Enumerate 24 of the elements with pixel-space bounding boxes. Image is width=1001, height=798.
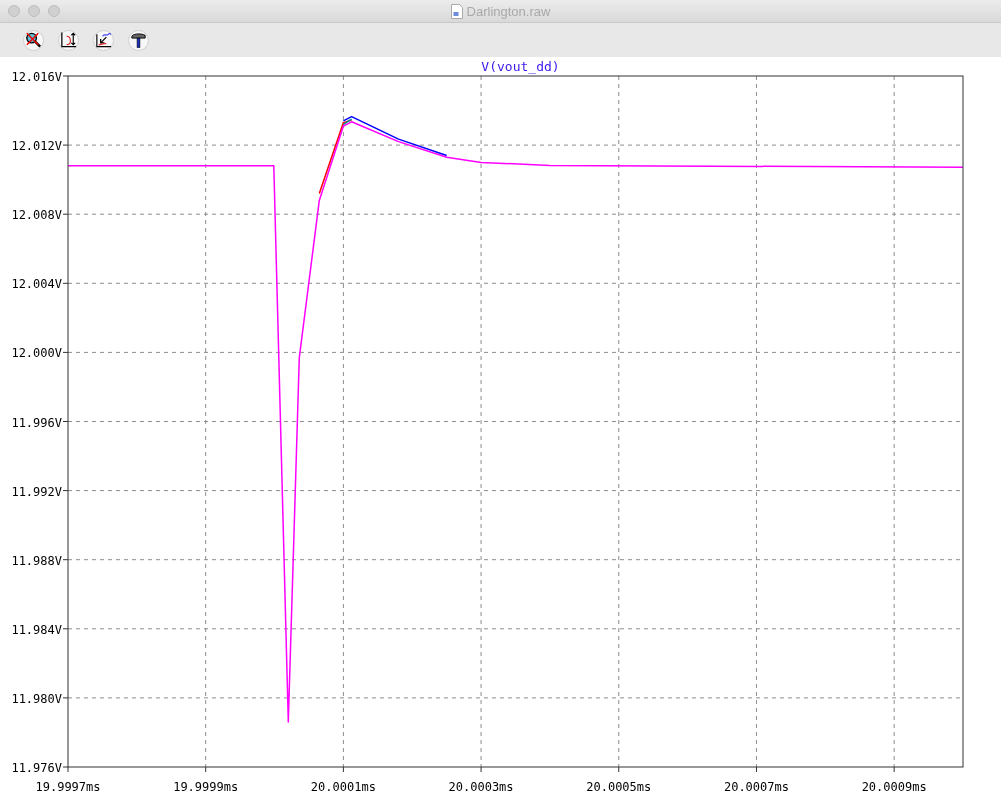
x-axis-label: 20.0007ms [723, 780, 789, 794]
axes-arrows-icon[interactable] [58, 29, 79, 51]
y-axis-label: 12.016V [11, 70, 62, 84]
chart-title: V(vout_dd) [481, 59, 560, 74]
y-axis-label: 11.992V [11, 484, 62, 499]
y-axis-label: 11.976V [11, 761, 62, 775]
magnifier-icon[interactable] [23, 29, 44, 51]
x-axis-label: 19.9999ms [173, 780, 239, 794]
y-axis-label: 12.000V [11, 346, 62, 361]
y-axis-label: 12.004V [11, 277, 62, 292]
x-axis-label: 20.0005ms [586, 780, 652, 794]
document-icon [450, 3, 463, 19]
hammer-icon[interactable] [128, 29, 149, 51]
x-axis-label: 20.0003ms [448, 780, 514, 794]
window-title: Darlington.raw [466, 3, 551, 19]
y-axis-label: 11.984V [11, 622, 62, 637]
y-axis-label: 12.008V [11, 208, 62, 223]
x-axis-label: 19.9997ms [35, 780, 101, 794]
x-axis-label: 20.0009ms [861, 780, 927, 794]
y-axis-label: 11.988V [11, 553, 62, 568]
y-axis-label: 11.980V [11, 691, 62, 706]
y-axis-label: 11.996V [11, 415, 62, 430]
x-axis-label: 20.0001ms [310, 780, 376, 794]
y-axis-label: 12.012V [11, 139, 62, 154]
